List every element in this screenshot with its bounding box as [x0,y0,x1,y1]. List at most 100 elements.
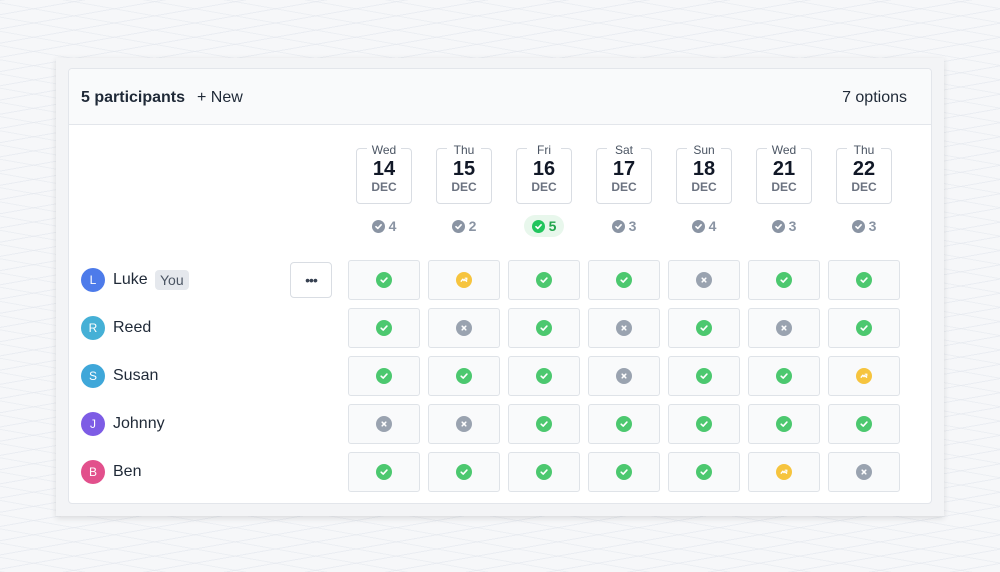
check-circle-icon [531,219,545,233]
check-circle-icon [616,272,632,288]
avatar: R [81,316,105,340]
check-circle-icon [371,219,385,233]
yes-count-badge: 3 [756,215,812,237]
date-option[interactable]: Fri 16 DEC [516,144,572,204]
date-day: 21 [772,158,796,180]
vote-cell[interactable] [668,452,740,492]
avatar: J [81,412,105,436]
x-circle-icon [616,368,632,384]
check-circle-icon [536,464,552,480]
check-circle-icon [856,416,872,432]
avatar: S [81,364,105,388]
check-circle-icon [536,416,552,432]
date-day: 18 [692,158,716,180]
poll-frame: 5 participants + New 7 options Wed 14 DEC 4… [56,58,944,516]
check-circle-icon [856,320,872,336]
maybe-circle-icon [776,464,792,480]
vote-cell[interactable] [588,356,660,396]
participant-row: S Susan [81,356,921,396]
vote-cell[interactable] [508,356,580,396]
date-day: 16 [532,158,556,180]
vote-cell[interactable] [428,452,500,492]
vote-cell[interactable] [428,356,500,396]
more-options-button[interactable]: ••• [290,262,332,298]
participant-row: L Luke You ••• [81,260,921,300]
participant-name: Ben [113,463,142,480]
options-count: 7 options [842,89,907,106]
check-circle-icon [536,320,552,336]
date-option[interactable]: Thu 22 DEC [836,144,892,204]
yes-count: 3 [628,218,637,234]
check-circle-icon [611,219,625,233]
avatar: L [81,268,105,292]
check-circle-icon [616,416,632,432]
date-day: 17 [612,158,636,180]
vote-cell[interactable] [828,356,900,396]
vote-cell[interactable] [828,308,900,348]
date-option[interactable]: Sun 18 DEC [676,144,732,204]
new-participant-button[interactable]: + New [197,89,243,107]
vote-cell[interactable] [668,356,740,396]
vote-cell[interactable] [348,356,420,396]
vote-cell[interactable] [748,404,820,444]
check-circle-icon [696,320,712,336]
vote-cell[interactable] [508,452,580,492]
vote-cell[interactable] [588,260,660,300]
check-circle-icon [851,219,865,233]
participant-name: Johnny [113,415,165,432]
check-circle-icon [536,272,552,288]
date-option[interactable]: Sat 17 DEC [596,144,652,204]
date-month: DEC [451,180,477,194]
date-month: DEC [371,180,397,194]
date-day: 22 [852,158,876,180]
vote-cell[interactable] [668,260,740,300]
vote-cell[interactable] [748,260,820,300]
vote-cell[interactable] [348,452,420,492]
x-circle-icon [456,320,472,336]
vote-cell[interactable] [348,308,420,348]
date-option[interactable]: Wed 21 DEC [756,144,812,204]
date-weekday: Thu [847,144,881,157]
vote-cell[interactable] [748,308,820,348]
vote-cell[interactable] [348,404,420,444]
check-circle-icon [616,464,632,480]
vote-cell[interactable] [828,452,900,492]
date-option[interactable]: Thu 15 DEC [436,144,492,204]
vote-cell[interactable] [828,260,900,300]
x-circle-icon [856,464,872,480]
vote-cell[interactable] [828,404,900,444]
vote-cell[interactable] [668,404,740,444]
yes-count: 5 [548,218,557,234]
check-circle-icon [376,464,392,480]
yes-count-badge: 5 [524,215,564,237]
vote-cell[interactable] [428,404,500,444]
check-circle-icon [536,368,552,384]
yes-count: 4 [708,218,717,234]
vote-cell[interactable] [348,260,420,300]
vote-cell[interactable] [588,452,660,492]
vote-cell[interactable] [748,356,820,396]
participant-row: B Ben [81,452,921,492]
date-weekday: Wed [767,144,801,157]
vote-cell[interactable] [588,308,660,348]
check-circle-icon [776,416,792,432]
participant-row: J Johnny [81,404,921,444]
yes-count: 3 [868,218,877,234]
vote-cell[interactable] [508,260,580,300]
vote-cell[interactable] [668,308,740,348]
date-month: DEC [611,180,637,194]
yes-count-badge: 4 [676,215,732,237]
date-weekday: Wed [367,144,401,157]
vote-cell[interactable] [588,404,660,444]
date-option[interactable]: Wed 14 DEC [356,144,412,204]
vote-cell[interactable] [508,308,580,348]
vote-cell[interactable] [748,452,820,492]
date-day: 14 [372,158,396,180]
vote-cell[interactable] [428,308,500,348]
vote-cell[interactable] [428,260,500,300]
check-circle-icon [696,464,712,480]
vote-cell[interactable] [508,404,580,444]
you-badge: You [155,270,189,290]
participant-name: Reed [113,319,152,336]
check-circle-icon [696,416,712,432]
